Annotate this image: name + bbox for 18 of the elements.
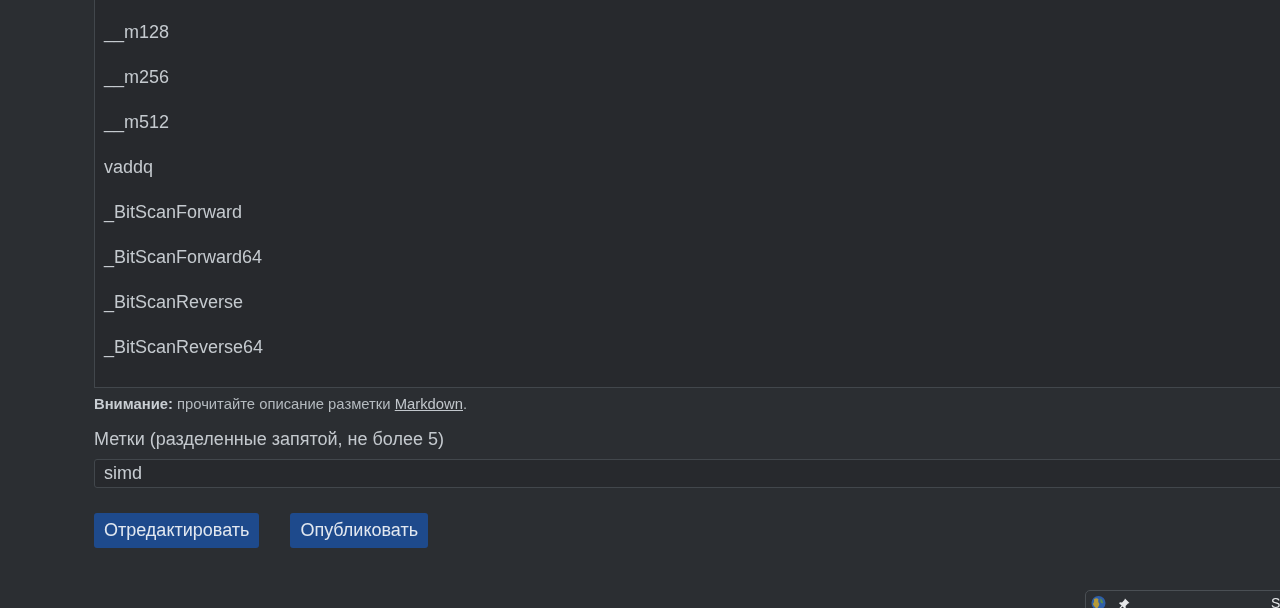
- globe-icon[interactable]: [1091, 595, 1106, 608]
- markdown-link[interactable]: Markdown: [394, 396, 463, 412]
- tags-field[interactable]: simd: [94, 459, 1280, 488]
- text-line: __m256: [104, 66, 170, 90]
- text-line: __m512: [104, 111, 170, 135]
- edit-button[interactable]: Отредактировать: [94, 513, 260, 548]
- text-line: _BitScanForward: [104, 201, 243, 225]
- text-line: _BitScanReverse64: [104, 336, 264, 360]
- tags-label: Метки (разделенные запятой, не более 5): [94, 428, 444, 450]
- text-line: __m128: [104, 21, 170, 45]
- text-line: vaddq: [104, 156, 154, 179]
- pin-icon[interactable]: [1118, 598, 1130, 608]
- text-line: _BitScanReverse: [104, 291, 244, 315]
- text-area[interactable]: __m128 __m256 __m512 vaddq _BitScanForward _BitScanForward64 _BitScanReverse _BitScanReverse64: [94, 0, 1280, 388]
- text-line: _BitScanForward64: [104, 246, 263, 270]
- publish-button[interactable]: Опубликовать: [290, 513, 429, 548]
- notice-text: Внимание: прочитайте описание разметки Markdown.: [94, 395, 468, 413]
- popup-text: S: [1271, 595, 1280, 608]
